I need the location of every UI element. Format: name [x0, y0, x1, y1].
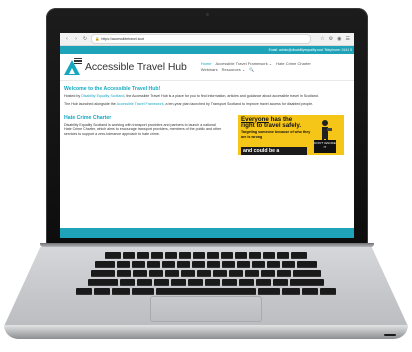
poster-banner: and could be a: [241, 146, 307, 155]
power-indicator-icon: [384, 334, 396, 336]
keyboard: [62, 252, 350, 295]
menu-icon[interactable]: ☰: [346, 36, 350, 42]
reload-button[interactable]: ↻: [82, 33, 88, 45]
lock-icon: 🔒: [95, 37, 100, 41]
charter-heading[interactable]: Hate Crime Charter: [64, 115, 224, 121]
browser-toolbar: ‹ › ↻ 🔒 https://accessibletravel.scot ☆ …: [60, 33, 354, 46]
nav-webinars[interactable]: Webinars: [201, 67, 218, 73]
site-header: Accessible Travel Hub Home Accessible Tr…: [60, 54, 354, 81]
laptop-screen: ‹ › ↻ 🔒 https://accessibletravel.scot ☆ …: [60, 33, 354, 238]
account-icon[interactable]: ◉: [337, 36, 341, 42]
link-accessible-travel-framework[interactable]: Accessible Travel Framework: [117, 102, 164, 106]
poster-subtext: Targeting someone because of who they ar…: [241, 130, 311, 139]
address-bar[interactable]: 🔒 https://accessibletravel.scot: [91, 34, 312, 44]
charter-text-column: Hate Crime Charter Disability Equality S…: [64, 115, 224, 155]
logo-icon[interactable]: [64, 58, 82, 76]
key-row: [62, 261, 350, 268]
laptop-front-edge: [4, 325, 408, 339]
welcome-heading: Welcome to the Accessible Travel Hub!: [64, 86, 161, 92]
charter-section: Hate Crime Charter Disability Equality S…: [64, 114, 350, 155]
search-icon[interactable]: 🔍: [249, 67, 254, 73]
laptop-hinge: [40, 243, 374, 247]
laptop-lid: ‹ › ↻ 🔒 https://accessibletravel.scot ☆ …: [46, 8, 368, 244]
charter-paragraph: Disability Equality Scotland is working …: [64, 122, 222, 137]
key-row: [62, 279, 350, 286]
forward-button[interactable]: ›: [73, 33, 79, 45]
key-row: [62, 288, 350, 295]
extensions-icon[interactable]: ⚙: [329, 36, 333, 42]
footer-band: [60, 228, 354, 238]
campaign-poster[interactable]: Everyone has the right to travel safely.…: [238, 114, 344, 155]
star-icon[interactable]: ☆: [320, 36, 324, 42]
site-title[interactable]: Accessible Travel Hub: [85, 61, 187, 73]
main-content: Welcome to the Accessible Travel Hub! Ho…: [60, 81, 354, 155]
back-button[interactable]: ‹: [64, 33, 70, 45]
poster-badge: DON'T IGNORE IT: [314, 139, 336, 153]
key-row: [62, 252, 350, 259]
camera-icon: [206, 13, 209, 16]
nav-resources[interactable]: Resources ⌄: [222, 67, 246, 73]
link-disability-equality-scotland[interactable]: Disability Equality Scotland: [81, 94, 124, 98]
url-text: https://accessibletravel.scot: [101, 37, 145, 41]
poster-headline: Everyone has the right to travel safely.…: [241, 115, 311, 139]
contact-strip: Email: admin@disabilityequality.scot Tel…: [60, 46, 354, 54]
trackpad[interactable]: [150, 296, 262, 322]
main-nav: Home Accessible Travel Framework ⌄ Hate …: [201, 61, 311, 73]
laptop: ‹ › ↻ 🔒 https://accessibletravel.scot ☆ …: [0, 0, 412, 352]
key-row: [62, 270, 350, 277]
nav-hate-crime-charter[interactable]: Hate Crime Charter: [276, 61, 311, 67]
welcome-paragraph-2: The Hub launched alongside the Accessibl…: [64, 101, 314, 106]
browser-actions: ☆ ⚙ ◉ ☰: [320, 36, 350, 42]
welcome-paragraph-1: Hosted by Disability Equality Scotland, …: [64, 94, 319, 98]
